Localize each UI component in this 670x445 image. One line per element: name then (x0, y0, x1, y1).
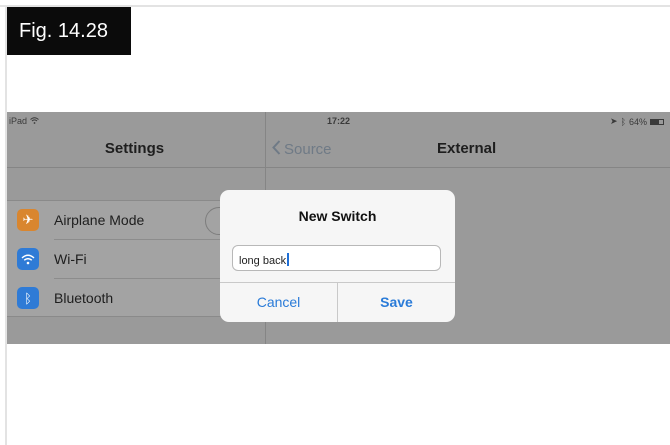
bluetooth-icon: ᛒ (17, 287, 39, 309)
dialog-title: New Switch (298, 208, 377, 224)
settings-row-label: Bluetooth (54, 290, 114, 306)
back-button[interactable]: Source (272, 140, 332, 159)
nav-divider (7, 167, 670, 168)
back-button-label: Source (284, 141, 332, 158)
input-value: long back (239, 255, 287, 267)
status-time: 17:22 (327, 116, 351, 126)
settings-row-label: Airplane Mode (54, 212, 145, 228)
new-switch-dialog: New Switch long back Cancel Save (220, 190, 455, 322)
bluetooth-icon: ᛒ (620, 116, 626, 127)
wifi-icon (17, 248, 39, 270)
battery-icon (650, 118, 664, 125)
figure-label: Fig. 14.28 (7, 7, 131, 55)
location-arrow-icon: ➤ (610, 116, 618, 126)
detail-title: External (437, 140, 497, 157)
battery-percent: 64% (628, 116, 647, 127)
cancel-button[interactable]: Cancel (220, 282, 337, 322)
status-bar: iPad 17:22 ➤ ᛒ 64% (7, 112, 670, 130)
chevron-left-icon (272, 140, 281, 159)
settings-title: Settings (104, 140, 165, 157)
airplane-icon: ✈ (17, 209, 39, 231)
save-button[interactable]: Save (338, 282, 455, 322)
status-device: iPad (9, 116, 39, 126)
status-right: ➤ ᛒ 64% (610, 116, 664, 127)
device-label: iPad (9, 116, 28, 126)
switch-name-input[interactable]: long back (232, 245, 441, 271)
settings-row-label: Wi-Fi (54, 251, 87, 267)
text-caret (287, 253, 289, 266)
wifi-icon (29, 116, 39, 126)
